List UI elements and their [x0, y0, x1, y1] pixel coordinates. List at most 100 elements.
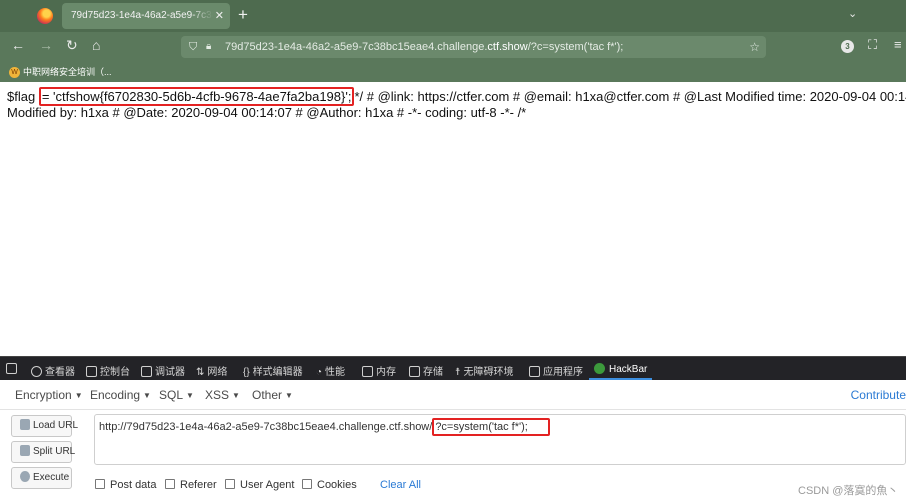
tab-performance[interactable]: ◔ 性能	[316, 363, 345, 378]
watermark: CSDN @落寞的魚丶	[798, 485, 899, 497]
menu-encoding[interactable]: Encoding ▼	[90, 388, 151, 402]
caret-down-icon: ▼	[285, 391, 293, 400]
extension-badge[interactable]: 3	[841, 40, 854, 53]
tab-application-label: 应用程序	[543, 367, 583, 378]
tab-memory-label: 内存	[376, 367, 396, 378]
caret-down-icon: ▼	[74, 391, 83, 400]
active-tab[interactable]: 79d75d23-1e4a-46a2-a5e9-7c38 ✕	[62, 3, 230, 29]
url-prefix: 79d75d23-1e4a-46a2-a5e9-7c38bc15eae4.cha…	[225, 41, 488, 53]
url-domain: ctf.show	[487, 41, 528, 53]
firefox-logo-icon[interactable]	[37, 8, 53, 24]
flag-value: = 'ctfshow{f6702830-5d6b-4cfb-9678-4ae7f…	[38, 87, 355, 106]
bookmark-label: 中职网络安全培训（...	[23, 67, 112, 77]
tab-inspector-label: 查看器	[45, 367, 75, 378]
execute-icon	[20, 471, 30, 482]
user-agent-label: User Agent	[240, 479, 295, 491]
crop-extension-icon[interactable]: ⛶	[868, 37, 877, 53]
storage-icon	[409, 366, 420, 377]
post-data-checkbox[interactable]: Post data	[95, 479, 156, 491]
menu-encoding-label: Encoding	[90, 388, 141, 402]
menu-xss[interactable]: XSS ▼	[205, 388, 240, 402]
reload-icon[interactable]: ↻	[66, 37, 78, 54]
split-icon	[20, 445, 30, 456]
close-icon[interactable]: ✕	[215, 3, 224, 29]
tab-accessibility-label: 无障碍环境	[463, 367, 514, 378]
hackbar-menu-bar: Encryption ▼ Encoding ▼ SQL ▼ XSS ▼ Other ▼ C…	[0, 380, 906, 410]
tab-style-editor-label: 样式编辑器	[252, 367, 303, 378]
tab-hackbar-label: HackBar	[609, 364, 648, 375]
tab-network[interactable]: ⇅ 网络	[196, 363, 227, 378]
post-data-label: Post data	[110, 479, 157, 491]
load-url-button[interactable]: Load URL	[11, 415, 78, 437]
url-suffix: /?c=system('tac f*');	[527, 41, 624, 53]
clear-all-link[interactable]: Clear All	[380, 479, 421, 491]
memory-icon	[362, 366, 373, 377]
tab-memory[interactable]: 内存	[362, 363, 396, 378]
tab-list-chevron-icon[interactable]: ⌄	[848, 7, 857, 20]
load-url-label: Load URL	[33, 420, 79, 431]
menu-encryption-label: Encryption	[15, 388, 72, 402]
braces-icon: {}	[243, 367, 250, 378]
tab-console-label: 控制台	[100, 367, 130, 378]
referer-label: Referer	[180, 479, 217, 491]
split-url-button[interactable]: Split URL	[11, 441, 76, 463]
tab-title: 79d75d23-1e4a-46a2-a5e9-7c38	[71, 10, 213, 21]
gauge-icon: ◔	[316, 367, 323, 378]
url-query: ?c=system('tac f*');	[432, 418, 550, 436]
bookmark-item[interactable]: W 中职网络安全培训（...	[9, 65, 112, 79]
contribute-link[interactable]: Contribute	[851, 388, 906, 402]
tab-console[interactable]: 控制台	[86, 363, 130, 378]
tab-bar: 79d75d23-1e4a-46a2-a5e9-7c38 ✕ + ⌄	[0, 0, 906, 32]
back-arrow-icon[interactable]: ←	[11, 37, 25, 53]
tab-application[interactable]: 应用程序	[529, 363, 583, 378]
page-content: $flag = 'ctfshow{f6702830-5d6b-4cfb-9678…	[7, 87, 906, 121]
tab-storage[interactable]: 存储	[409, 363, 443, 378]
menu-other-label: Other	[252, 388, 283, 402]
content-line-1: $flag = 'ctfshow{f6702830-5d6b-4cfb-9678…	[7, 87, 906, 106]
new-tab-button[interactable]: +	[238, 5, 248, 25]
tab-storage-label: 存储	[423, 367, 443, 378]
caret-down-icon: ▼	[186, 391, 194, 400]
menu-encryption[interactable]: Encryption ▼	[15, 388, 83, 402]
menu-xss-label: XSS	[205, 388, 230, 402]
content-line-2: Modified by: h1xa # @Date: 2020-09-04 00…	[7, 105, 527, 120]
menu-sql-label: SQL	[159, 388, 184, 402]
tab-debugger-label: 调试器	[155, 367, 185, 378]
checkbox-box	[95, 479, 105, 489]
home-icon[interactable]: ⌂	[92, 37, 100, 53]
referer-checkbox[interactable]: Referer	[165, 479, 217, 491]
url-text: http://79d75d23-1e4a-46a2-a5e9-7c38bc15e…	[99, 418, 550, 436]
url-textarea[interactable]: http://79d75d23-1e4a-46a2-a5e9-7c38bc15e…	[94, 414, 906, 465]
hackbar-logo-icon	[594, 363, 605, 374]
execute-button[interactable]: Execute	[11, 467, 72, 489]
tab-debugger[interactable]: 调试器	[141, 363, 185, 378]
menu-sql[interactable]: SQL ▼	[159, 388, 194, 402]
bookmark-star-icon[interactable]: ☆	[749, 36, 760, 58]
address-bar[interactable]: ⛉ 🔒︎ 79d75d23-1e4a-46a2-a5e9-7c38bc15eae…	[181, 36, 766, 58]
flag-variable: $flag	[7, 89, 36, 104]
element-picker-icon[interactable]	[6, 363, 20, 375]
checkbox-box	[165, 479, 175, 489]
cookies-label: Cookies	[317, 479, 357, 491]
tab-inspector[interactable]: 查看器	[31, 363, 75, 378]
split-url-label: Split URL	[33, 446, 76, 457]
lock-icon[interactable]: 🔒︎	[206, 36, 211, 58]
execute-label: Execute	[33, 472, 70, 483]
tab-style-editor[interactable]: {} 样式编辑器	[243, 363, 303, 378]
menu-other[interactable]: Other ▼	[252, 388, 293, 402]
devtools-tab-strip: 查看器 控制台 调试器 ⇅ 网络 {} 样式编辑器 ◔ 性能 内存 存储 ☨ 无障碍环境…	[0, 356, 906, 380]
menu-icon[interactable]: ≡	[894, 37, 902, 52]
console-icon	[86, 366, 97, 377]
cookies-checkbox[interactable]: Cookies	[302, 479, 357, 491]
forward-arrow-icon[interactable]: →	[39, 37, 53, 53]
accessibility-icon: ☨	[455, 367, 461, 378]
user-agent-checkbox[interactable]: User Agent	[225, 479, 294, 491]
load-icon	[20, 419, 30, 430]
shield-icon[interactable]: ⛉	[189, 36, 197, 58]
tab-hackbar[interactable]: HackBar	[594, 363, 647, 375]
hackbar-panel: Encryption ▼ Encoding ▼ SQL ▼ XSS ▼ Other ▼ C…	[0, 380, 906, 500]
bookmarks-bar: W 中职网络安全培训（...	[0, 62, 906, 82]
tab-accessibility[interactable]: ☨ 无障碍环境	[455, 363, 513, 378]
bookmark-favicon-icon: W	[9, 67, 20, 79]
url-base: http://79d75d23-1e4a-46a2-a5e9-7c38bc15e…	[99, 421, 433, 433]
